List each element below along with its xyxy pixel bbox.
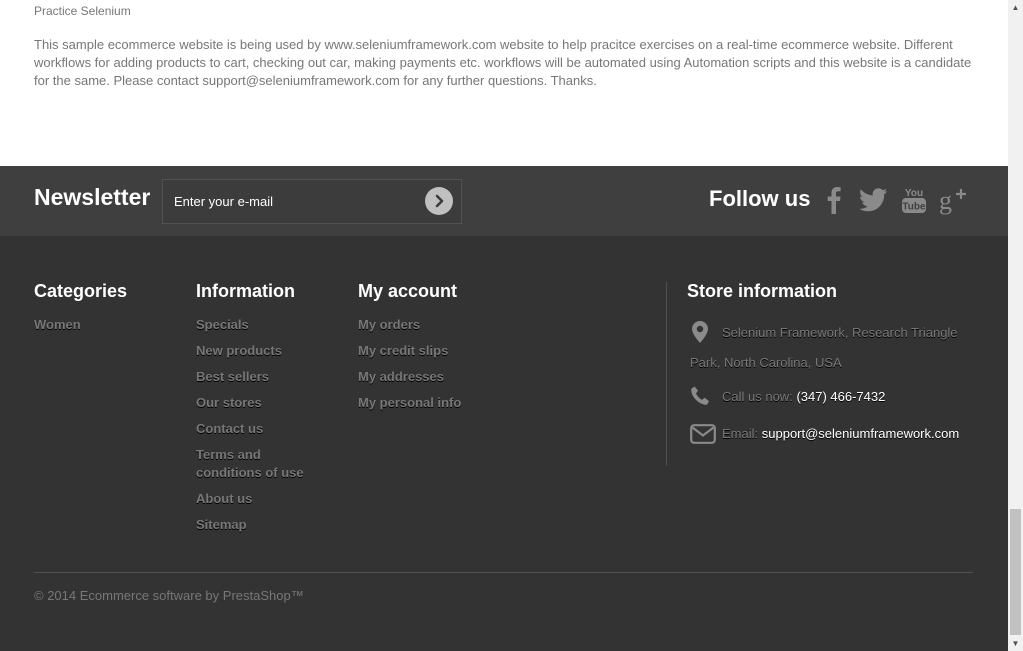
- footer: Categories Women Information Specials Ne…: [0, 236, 1008, 651]
- information-list: Specials New products Best sellers Our s…: [196, 316, 316, 542]
- page-description: This sample ecommerce website is being u…: [34, 37, 972, 88]
- account-link-orders[interactable]: My orders: [358, 316, 461, 334]
- info-link-best-sellers[interactable]: Best sellers: [196, 368, 316, 386]
- twitter-icon: [860, 188, 887, 212]
- envelope-icon: [690, 424, 716, 444]
- info-link-new-products[interactable]: New products: [196, 342, 316, 360]
- svg-text:You: You: [905, 188, 923, 199]
- map-marker-icon: [692, 321, 708, 343]
- youtube-link[interactable]: You Tube: [898, 184, 930, 216]
- categories-list: Women: [34, 316, 81, 342]
- info-link-our-stores[interactable]: Our stores: [196, 394, 316, 412]
- store-phone: Call us now: (347) 466-7432: [690, 386, 975, 410]
- cms-content: Practice Selenium This sample ecommerce …: [0, 0, 1008, 166]
- my-account-title[interactable]: My account: [358, 281, 457, 302]
- info-link-sitemap[interactable]: Sitemap: [196, 516, 316, 534]
- store-address-text: Selenium Framework, Research Triangle Pa…: [690, 325, 958, 370]
- my-account-list: My orders My credit slips My addresses M…: [358, 316, 461, 420]
- categories-title[interactable]: Categories: [34, 281, 127, 302]
- info-link-specials[interactable]: Specials: [196, 316, 316, 334]
- newsletter-email-input[interactable]: [163, 180, 413, 223]
- svg-text:Tube: Tube: [902, 202, 926, 213]
- page-scrollbar[interactable]: ▲ ▼: [1008, 0, 1023, 651]
- scroll-down-arrow-icon[interactable]: ▼: [1008, 636, 1023, 651]
- account-link-credit-slips[interactable]: My credit slips: [358, 342, 461, 360]
- phone-label: Call us now:: [722, 389, 793, 404]
- footer-divider: [34, 572, 973, 573]
- twitter-link[interactable]: [858, 184, 890, 216]
- store-email-link[interactable]: support@seleniumframework.com: [762, 426, 959, 441]
- page: Practice Selenium This sample ecommerce …: [0, 0, 1008, 651]
- google-plus-icon: g: [939, 186, 966, 215]
- info-link-about-us[interactable]: About us: [196, 490, 316, 508]
- store-address: Selenium Framework, Research Triangle Pa…: [690, 318, 975, 378]
- email-label: Email:: [722, 426, 759, 441]
- newsletter-bar: Newsletter Follow us You Tube: [0, 166, 1008, 236]
- follow-us-title: Follow us: [709, 186, 811, 211]
- scroll-up-arrow-icon[interactable]: ▲: [1008, 0, 1023, 15]
- newsletter-form: [162, 179, 462, 224]
- category-item-women[interactable]: Women: [34, 316, 81, 334]
- svg-text:g: g: [939, 186, 952, 215]
- account-link-personal-info[interactable]: My personal info: [358, 394, 461, 412]
- chevron-right-circle-icon: [435, 194, 444, 208]
- newsletter-title: Newsletter: [34, 184, 151, 210]
- store-email: Email: support@seleniumframework.com: [690, 422, 975, 446]
- account-link-addresses[interactable]: My addresses: [358, 368, 461, 386]
- facebook-icon: [827, 187, 841, 214]
- scrollbar-thumb[interactable]: [1010, 509, 1021, 635]
- phone-number: (347) 466-7432: [796, 389, 886, 404]
- phone-icon: [691, 386, 709, 405]
- info-link-terms[interactable]: Terms and conditions of use: [196, 446, 316, 482]
- copyright: © 2014 Ecommerce software by PrestaShop™: [34, 588, 304, 603]
- information-title: Information: [196, 281, 295, 301]
- google-plus-link[interactable]: g: [938, 184, 970, 216]
- facebook-link[interactable]: [818, 184, 850, 216]
- store-information-title: Store information: [687, 281, 838, 301]
- info-link-contact-us[interactable]: Contact us: [196, 420, 316, 438]
- youtube-icon: You Tube: [902, 188, 926, 213]
- page-subtitle: Practice Selenium: [34, 4, 131, 18]
- newsletter-submit-button[interactable]: [425, 187, 453, 215]
- store-divider: [666, 282, 667, 466]
